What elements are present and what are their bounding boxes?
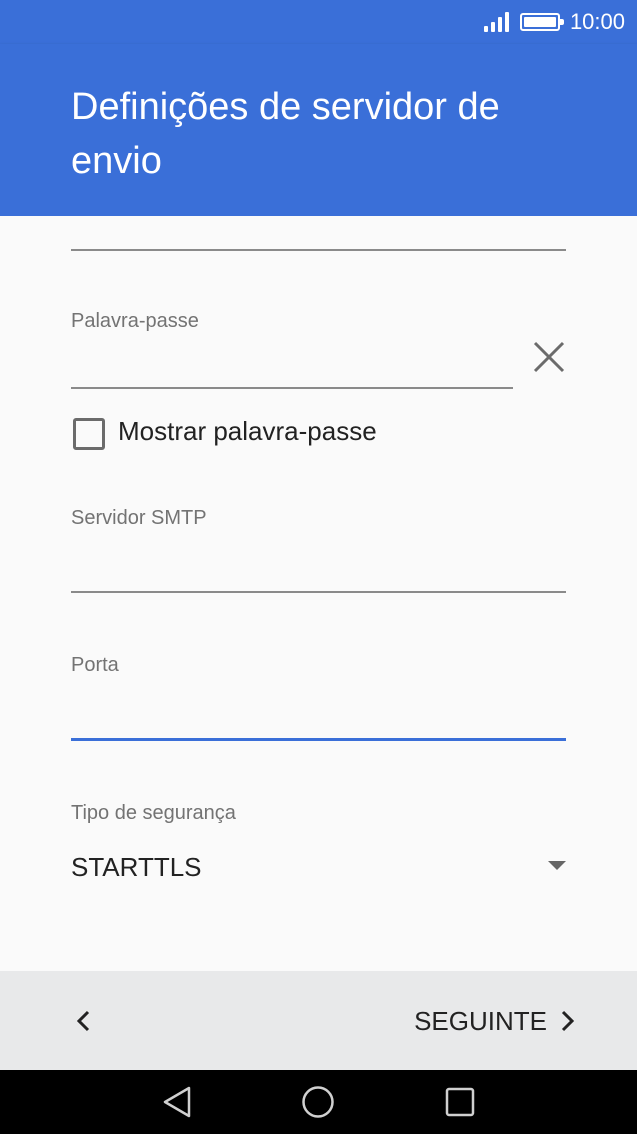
system-nav-bar (0, 1070, 637, 1134)
next-button-label: SEGUINTE (414, 1005, 547, 1036)
smtp-server-input[interactable] (71, 536, 566, 590)
smtp-server-label: Servidor SMTP (71, 507, 207, 529)
smtp-server-underline (71, 591, 566, 593)
close-icon[interactable] (530, 338, 568, 376)
back-button[interactable] (60, 995, 108, 1047)
nav-recents-icon[interactable] (440, 1082, 480, 1122)
password-label: Palavra-passe (71, 310, 199, 332)
form-content: Palavra-passe Mostrar palavra-passe Serv… (0, 216, 637, 971)
security-type-value: STARTTLS (71, 852, 202, 882)
username-input-underline[interactable] (71, 249, 566, 251)
nav-home-icon[interactable] (298, 1082, 338, 1122)
security-type-label: Tipo de segurança (71, 802, 236, 824)
nav-back-icon[interactable] (157, 1082, 197, 1122)
signal-icon (483, 12, 510, 32)
show-password-label[interactable]: Mostrar palavra-passe (118, 416, 377, 447)
dropdown-arrow-icon (548, 861, 566, 870)
battery-icon (519, 13, 564, 31)
show-password-checkbox[interactable] (73, 418, 105, 450)
page-title: Definições de servidor de envio (71, 86, 500, 182)
port-underline (71, 738, 566, 741)
status-bar: 10:00 (0, 0, 637, 44)
app-bar: Definições de servidor de envio (0, 44, 637, 216)
port-label: Porta (71, 654, 119, 676)
chevron-right-icon (561, 1010, 575, 1032)
port-input[interactable] (71, 682, 566, 738)
status-icons: 10:00 (483, 8, 625, 36)
next-button[interactable]: SEGUINTE (414, 995, 577, 1047)
bottom-action-bar: SEGUINTE (0, 971, 637, 1070)
chevron-left-icon (76, 1010, 90, 1032)
status-time: 10:00 (569, 9, 625, 34)
password-input[interactable] (71, 336, 513, 386)
password-underline (71, 387, 513, 389)
